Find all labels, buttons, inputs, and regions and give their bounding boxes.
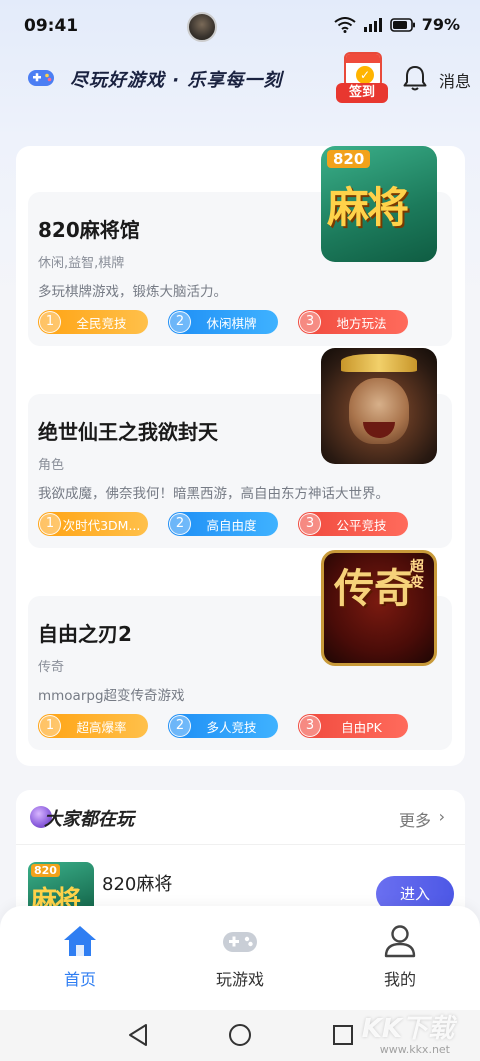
tag-3: 3 公平竞技 xyxy=(298,512,408,536)
divider xyxy=(16,844,465,845)
status-bar: 09:41 79% xyxy=(0,0,480,52)
game-tags: 1 超高爆率 2 多人竞技 3 自由PK xyxy=(38,714,408,738)
game-category: 休闲,益智,棋牌 xyxy=(38,256,125,271)
chevron-right-icon[interactable]: › xyxy=(439,807,445,826)
popular-title: 大家都在玩 xyxy=(44,809,134,830)
battery-icon xyxy=(389,17,415,32)
icon-text: 传奇 xyxy=(334,565,414,612)
tag-1: 1 超高爆率 xyxy=(38,714,148,738)
game-title: 820麻将馆 xyxy=(38,218,140,242)
gamepad-icon xyxy=(223,932,257,952)
home-circle-icon[interactable] xyxy=(227,1022,253,1048)
bell-icon[interactable] xyxy=(402,64,428,92)
watermark-url: www.kkx.net xyxy=(379,1043,450,1056)
game-title: 绝世仙王之我欲封天 xyxy=(38,420,218,444)
user-icon xyxy=(384,925,416,958)
icon-text: 麻将 xyxy=(327,183,409,232)
game-tags: 1 次时代3DM... 2 高自由度 3 公平竞技 xyxy=(38,512,408,536)
tag-1: 1 次时代3DM... xyxy=(38,512,148,536)
tab-label: 首页 xyxy=(63,970,96,989)
game-category: 传奇 xyxy=(38,660,65,675)
crown-icon xyxy=(341,354,417,372)
tag-2: 2 多人竞技 xyxy=(168,714,278,738)
tag-2: 2 高自由度 xyxy=(168,512,278,536)
popular-item-name[interactable]: 820麻将 xyxy=(102,870,172,896)
watermark-logo: KK下载 xyxy=(361,1014,454,1044)
check-icon: ✓ xyxy=(356,66,374,84)
status-indicators: 79% xyxy=(334,15,460,34)
game-title: 自由之刃2 xyxy=(38,622,132,646)
game-icon-monkey-king[interactable] xyxy=(321,348,437,464)
games-list-card: 820麻将馆 休闲,益智,棋牌 多玩棋牌游戏，锻炼大脑活力。 1 全民竞技 2 休闲… xyxy=(16,146,465,766)
more-link[interactable]: 更多 xyxy=(399,807,431,831)
game-description: 多玩棋牌游戏，锻炼大脑活力。 xyxy=(38,284,227,300)
wifi-icon xyxy=(334,16,356,33)
checkin-button[interactable]: ✓ 签到 xyxy=(336,52,388,104)
icon-badge: 820 xyxy=(327,150,371,168)
game-icon-mahjong[interactable]: 820 麻将 xyxy=(321,146,437,262)
battery-percent: 79% xyxy=(421,15,460,34)
game-icon-legend[interactable]: 超变 传奇 xyxy=(321,550,437,666)
checkin-label: 签到 xyxy=(336,83,388,103)
tab-play-games[interactable]: 玩游戏 xyxy=(190,924,290,1004)
game-description: mmoarpg超变传奇游戏 xyxy=(38,688,185,704)
cellular-signal-icon xyxy=(363,17,382,32)
header-slogan: 尽玩好游戏 · 乐享每一刻 xyxy=(70,70,283,91)
tag-1: 1 全民竞技 xyxy=(38,310,148,334)
home-icon xyxy=(64,926,96,956)
tag-3: 3 地方玩法 xyxy=(298,310,408,334)
message-label[interactable]: 消息 xyxy=(439,68,471,92)
game-description: 我欲成魔，佛奈我何！暗黑西游，高自由东方神话大世界。 xyxy=(38,486,389,502)
bottom-tab-bar: 首页 玩游戏 我的 xyxy=(0,906,480,1010)
gamepad-logo-icon xyxy=(28,70,54,86)
game-category: 角色 xyxy=(38,458,65,473)
tab-label: 玩游戏 xyxy=(215,970,264,989)
game-tags: 1 全民竞技 2 休闲棋牌 3 地方玩法 xyxy=(38,310,408,334)
recent-apps-icon[interactable] xyxy=(330,1022,356,1048)
header: 尽玩好游戏 · 乐享每一刻 ✓ 签到 消息 xyxy=(0,52,480,108)
notification-avatar-icon xyxy=(187,12,217,42)
tag-3: 3 自由PK xyxy=(298,714,408,738)
status-time: 09:41 xyxy=(24,16,79,36)
tab-label: 我的 xyxy=(383,970,416,989)
tab-me[interactable]: 我的 xyxy=(350,924,450,1004)
back-icon[interactable] xyxy=(126,1022,152,1048)
tab-home[interactable]: 首页 xyxy=(30,924,130,1004)
tag-2: 2 休闲棋牌 xyxy=(168,310,278,334)
